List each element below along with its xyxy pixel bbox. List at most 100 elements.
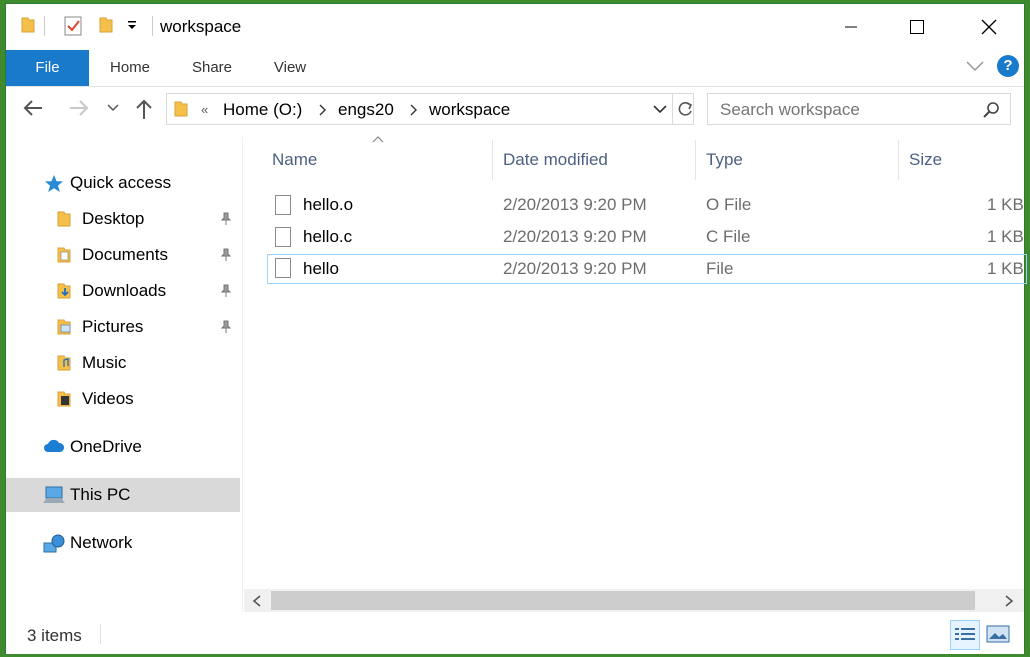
column-divider[interactable] (898, 140, 899, 180)
tab-home[interactable]: Home (98, 50, 162, 86)
details-view-button[interactable] (950, 620, 980, 650)
column-divider[interactable] (695, 140, 696, 180)
sidebar-item-music[interactable]: Music (6, 346, 240, 380)
chevron-right-icon[interactable] (319, 104, 327, 116)
file-icon (275, 258, 291, 278)
column-header-date[interactable]: Date modified (503, 150, 608, 170)
tab-share[interactable]: Share (182, 50, 242, 86)
file-type: O File (706, 195, 752, 214)
search-icon[interactable] (982, 101, 1000, 119)
status-divider (100, 624, 101, 644)
file-name: hello.o (303, 195, 354, 214)
expand-ribbon-icon[interactable] (966, 60, 984, 72)
up-arrow-icon[interactable] (134, 98, 154, 120)
folder-icon (56, 210, 74, 228)
music-folder-icon (56, 354, 74, 372)
sidebar-item-desktop[interactable]: Desktop (6, 202, 240, 236)
tab-view[interactable]: View (262, 50, 318, 86)
sidebar-item-this-pc[interactable]: This PC (6, 478, 240, 512)
chevron-down-icon[interactable] (653, 105, 667, 115)
column-header-name[interactable]: Name (272, 150, 317, 170)
file-row-hello-o[interactable]: hello.o 2/20/2013 9:20 PM O File 1 KB (267, 190, 1027, 220)
navigation-pane: Quick access Desktop Documents Downloads (6, 137, 242, 612)
file-row-hello[interactable]: hello 2/20/2013 9:20 PM File 1 KB (267, 254, 1027, 284)
help-button[interactable]: ? (997, 55, 1019, 77)
window-title: workspace (160, 17, 242, 36)
recent-locations-icon[interactable] (107, 104, 119, 112)
column-header-type[interactable]: Type (706, 150, 743, 170)
new-folder-icon[interactable] (98, 16, 114, 34)
refresh-icon[interactable] (676, 100, 694, 118)
search-input[interactable] (718, 98, 972, 122)
file-name: hello.c (303, 227, 353, 246)
close-button[interactable] (966, 4, 1012, 50)
column-header-size[interactable]: Size (909, 150, 942, 170)
item-count: 3 items (27, 626, 82, 645)
forward-arrow-icon[interactable] (68, 99, 90, 117)
sidebar-item-label: Desktop (82, 209, 145, 228)
scroll-left-icon[interactable] (252, 595, 262, 607)
breadcrumb-overflow[interactable]: « (201, 102, 208, 117)
minimize-button[interactable] (828, 4, 874, 50)
cloud-icon (43, 438, 65, 456)
pin-icon[interactable] (220, 248, 232, 262)
file-row-hello-c[interactable]: hello.c 2/20/2013 9:20 PM C File 1 KB (267, 222, 1027, 252)
pin-icon[interactable] (220, 320, 232, 334)
documents-folder-icon (56, 246, 74, 264)
large-icons-view-icon[interactable] (986, 624, 1010, 644)
title-divider (152, 16, 153, 36)
file-size: 1 KB (987, 227, 1024, 246)
column-divider[interactable] (492, 140, 493, 180)
details-view-icon (954, 626, 976, 644)
sidebar-item-quick-access[interactable]: Quick access (6, 166, 240, 200)
sidebar-item-onedrive[interactable]: OneDrive (6, 430, 240, 464)
sidebar-item-label: OneDrive (70, 437, 142, 456)
file-type: C File (706, 227, 751, 246)
sidebar-item-label: Quick access (70, 173, 172, 192)
videos-folder-icon (56, 390, 74, 408)
toolbar-divider (44, 16, 45, 36)
file-size: 1 KB (987, 259, 1024, 278)
scrollbar-thumb[interactable] (271, 591, 975, 610)
title-bar: workspace (6, 4, 1024, 50)
breadcrumb-engs20[interactable]: engs20 (338, 100, 394, 120)
maximize-button[interactable] (894, 4, 940, 50)
folder-icon (173, 100, 189, 118)
network-icon (43, 534, 65, 553)
pin-icon[interactable] (220, 212, 232, 226)
dropdown-arrow-icon[interactable] (126, 18, 138, 32)
sidebar-item-videos[interactable]: Videos (6, 382, 240, 416)
sidebar-item-label: Downloads (82, 281, 167, 300)
sidebar-item-label: Network (70, 533, 133, 552)
chevron-right-icon[interactable] (410, 104, 418, 116)
pin-icon[interactable] (220, 284, 232, 298)
file-date: 2/20/2013 9:20 PM (503, 227, 647, 246)
properties-check-icon[interactable] (64, 16, 82, 36)
pane-divider[interactable] (242, 137, 243, 612)
file-icon (275, 227, 291, 247)
sidebar-item-label: This PC (70, 485, 131, 504)
sidebar-item-downloads[interactable]: Downloads (6, 274, 240, 308)
pictures-folder-icon (56, 318, 74, 336)
sidebar-item-documents[interactable]: Documents (6, 238, 240, 272)
sidebar-item-label: Pictures (82, 317, 144, 336)
sidebar-item-network[interactable]: Network (6, 526, 240, 560)
breadcrumb-workspace[interactable]: workspace (429, 100, 510, 120)
file-explorer-window: workspace File Home Share View ? « Home … (5, 3, 1027, 654)
back-arrow-icon[interactable] (22, 99, 44, 117)
sidebar-item-label: Music (82, 353, 127, 372)
address-bar[interactable]: « Home (O:) engs20 workspace (166, 93, 694, 125)
sort-ascending-icon (372, 135, 384, 143)
tab-file[interactable]: File (6, 50, 89, 86)
folder-icon[interactable] (20, 16, 36, 34)
scroll-right-icon[interactable] (1004, 595, 1014, 607)
search-box[interactable] (707, 93, 1011, 125)
downloads-folder-icon (56, 282, 74, 300)
star-icon (44, 174, 63, 192)
file-date: 2/20/2013 9:20 PM (503, 259, 647, 278)
file-date: 2/20/2013 9:20 PM (503, 195, 647, 214)
sidebar-item-label: Videos (82, 389, 134, 408)
sidebar-item-pictures[interactable]: Pictures (6, 310, 240, 344)
breadcrumb-home[interactable]: Home (O:) (223, 100, 302, 120)
sidebar-item-label: Documents (82, 245, 168, 264)
